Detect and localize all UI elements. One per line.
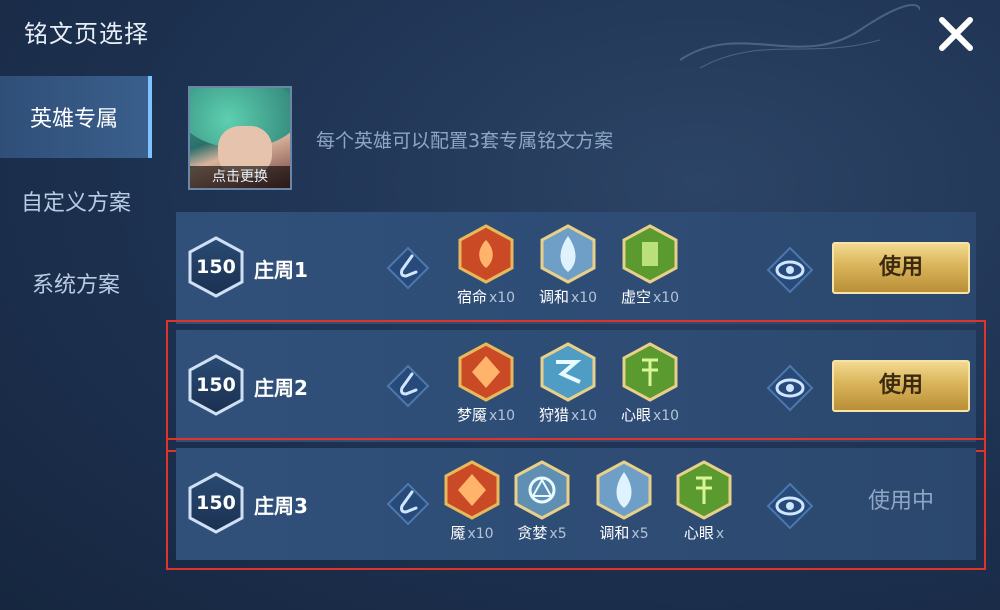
rune-name: 心眼: [620, 406, 651, 424]
rune-count: x10: [488, 290, 516, 306]
plan-name: 庄周1: [254, 258, 308, 282]
rune-plan-row[interactable]: 150 庄周1 宿命 x10 调和 x10 虚空 x10 使用: [176, 212, 976, 324]
rune-name: 魇: [450, 524, 466, 542]
use-plan-button[interactable]: 使用: [832, 360, 970, 412]
rune-name: 虚空: [620, 288, 651, 306]
rune-count: x5: [631, 526, 649, 542]
rune-harmony-icon: [540, 224, 596, 284]
edit-icon: [386, 246, 430, 290]
view-plan-button[interactable]: [766, 364, 814, 412]
plan-name: 庄周2: [254, 376, 308, 400]
rune-slot[interactable]: 狩猎 x10: [528, 342, 608, 425]
rune-name: 宿命: [456, 288, 487, 306]
change-hero-label: 点击更换: [190, 166, 290, 188]
view-plan-button[interactable]: [766, 482, 814, 530]
edit-plan-button[interactable]: [386, 482, 430, 526]
rune-plan-row[interactable]: 150 庄周2 梦魇 x10 狩猎 x10 心眼 x10 使用: [166, 320, 986, 452]
rune-void-icon: [622, 224, 678, 284]
level-badge: 150: [188, 354, 244, 416]
hero-avatar-button[interactable]: 点击更换: [188, 86, 292, 190]
sidebar-item-custom-plan[interactable]: 自定义方案: [0, 160, 152, 242]
level-badge: 150: [188, 472, 244, 534]
rune-count: x10: [570, 290, 598, 306]
rune-name: 贪婪: [517, 524, 548, 542]
hero-panel: 点击更换 每个英雄可以配置3套专属铭文方案: [166, 78, 976, 196]
edit-plan-button[interactable]: [386, 246, 430, 290]
level-value: 150: [196, 374, 236, 396]
eye-icon: [766, 246, 814, 294]
eye-icon: [766, 482, 814, 530]
rune-slot[interactable]: 梦魇 x10: [446, 342, 526, 425]
rune-name: 心眼: [683, 524, 714, 542]
rune-count: x10: [652, 290, 680, 306]
rune-slot[interactable]: 调和 x10: [528, 224, 608, 307]
sidebar-item-system-plan[interactable]: 系统方案: [0, 242, 152, 324]
close-icon: [939, 17, 973, 51]
page-title: 铭文页选择: [24, 20, 149, 48]
rune-slot[interactable]: 心眼 x: [664, 460, 744, 543]
level-badge: 150: [188, 236, 244, 298]
rune-nightmare-icon: [458, 342, 514, 402]
rune-greed-icon: [514, 460, 570, 520]
rune-count: x5: [549, 526, 567, 542]
rune-count: x10: [652, 408, 680, 424]
rune-slot[interactable]: 虚空 x10: [610, 224, 690, 307]
rune-name: 狩猎: [538, 406, 569, 424]
rune-slot[interactable]: 调和 x5: [584, 460, 664, 543]
level-value: 150: [196, 492, 236, 514]
rune-slot[interactable]: 魇 x10: [432, 460, 512, 543]
rune-slot[interactable]: 心眼 x10: [610, 342, 690, 425]
sidebar-item-label: 系统方案: [31, 273, 120, 298]
rune-name: 调和: [538, 288, 569, 306]
rune-fate-icon: [458, 224, 514, 284]
sidebar-item-label: 自定义方案: [20, 191, 131, 216]
plan-name: 庄周3: [254, 494, 308, 518]
rune-count: x10: [570, 408, 598, 424]
rune-insight-icon: [622, 342, 678, 402]
in-use-status: 使用中: [867, 489, 934, 514]
rune-name: 调和: [599, 524, 630, 542]
rune-insight-icon: [676, 460, 732, 520]
edit-icon: [386, 364, 430, 408]
use-plan-button[interactable]: 使用: [832, 242, 970, 294]
close-button[interactable]: [934, 12, 978, 56]
view-plan-button[interactable]: [766, 246, 814, 294]
rune-count: x10: [467, 526, 494, 542]
rune-count: x10: [488, 408, 516, 424]
eye-icon: [766, 364, 814, 412]
rune-hunt-icon: [540, 342, 596, 402]
sidebar: 英雄专属 自定义方案 系统方案: [0, 76, 152, 596]
sidebar-item-label: 英雄专属: [29, 107, 118, 132]
level-value: 150: [196, 256, 236, 278]
rune-name: 梦魇: [456, 406, 487, 424]
rune-slot[interactable]: 宿命 x10: [446, 224, 526, 307]
edit-plan-button[interactable]: [386, 364, 430, 408]
decorative-swirl: [680, 4, 920, 69]
rune-plan-row[interactable]: 150 庄周3 魇 x10 贪婪 x5 调和 x5 心眼 x 使用中: [166, 438, 986, 570]
rune-count: x: [715, 526, 725, 542]
edit-icon: [386, 482, 430, 526]
rune-harmony-icon: [596, 460, 652, 520]
rune-nightmare-icon: [444, 460, 500, 520]
hero-hint-text: 每个英雄可以配置3套专属铭文方案: [316, 130, 614, 152]
rune-slot[interactable]: 贪婪 x5: [502, 460, 582, 543]
sidebar-item-hero-exclusive[interactable]: 英雄专属: [0, 76, 152, 158]
